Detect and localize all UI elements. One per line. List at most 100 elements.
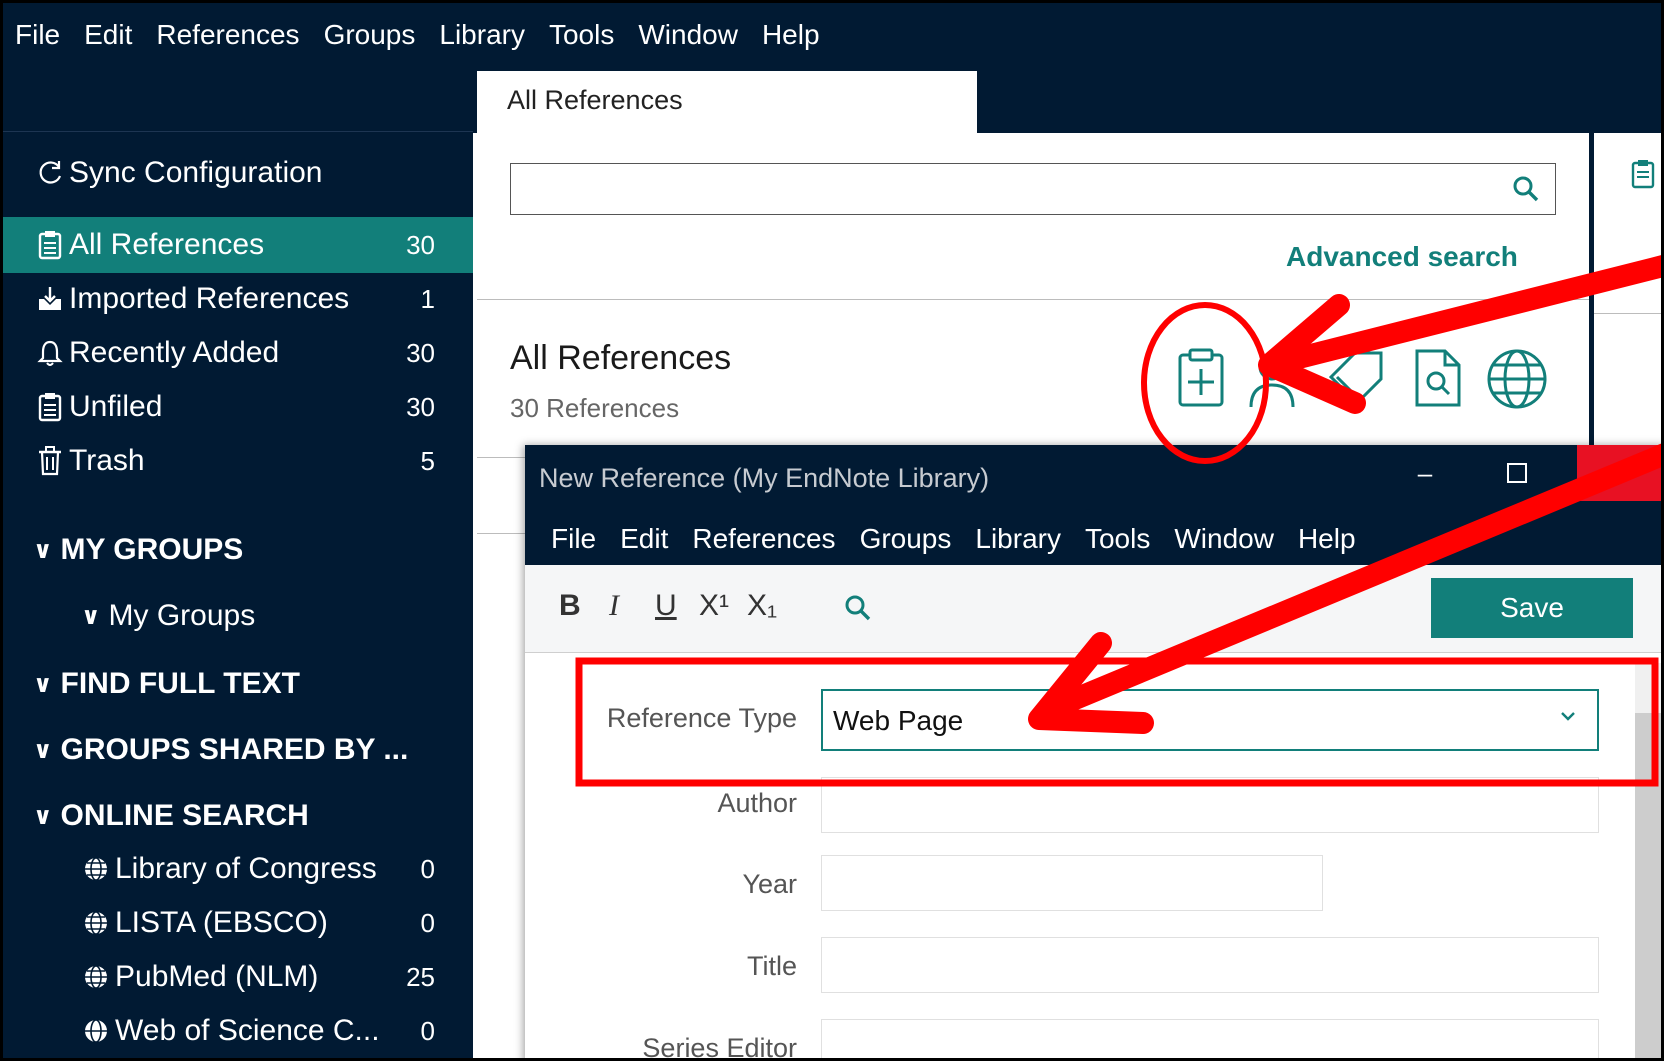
italic-button[interactable]: I	[609, 589, 619, 623]
sidebar-item-unfiled[interactable]: Unfiled 30	[3, 379, 473, 435]
dialog-menu-help[interactable]: Help	[1298, 523, 1356, 555]
online-lista-ebsco[interactable]: LISTA (EBSCO) 0	[3, 895, 473, 951]
menu-library[interactable]: Library	[439, 19, 525, 51]
dialog-titlebar: New Reference (My EndNote Library) – ✕	[525, 445, 1661, 513]
sidebar-item-count: 30	[406, 337, 435, 368]
new-reference-icon[interactable]	[1175, 347, 1227, 414]
sidebar-item-all-references[interactable]: All References 30	[3, 217, 473, 273]
series-editor-label: Series Editor	[642, 1033, 797, 1061]
sync-configuration[interactable]: Sync Configuration	[3, 145, 473, 201]
menu-tools[interactable]: Tools	[549, 19, 614, 51]
reference-type-select[interactable]: Web Page	[821, 689, 1599, 751]
menu-file[interactable]: File	[15, 19, 60, 51]
advanced-search-link[interactable]: Advanced search	[1286, 241, 1518, 273]
sidebar-item-count: 5	[420, 445, 435, 476]
dialog-menu-groups[interactable]: Groups	[860, 523, 952, 555]
clipboard-icon	[33, 392, 67, 422]
subscript-button[interactable]: X₁	[747, 589, 777, 623]
search-icon[interactable]	[843, 593, 873, 628]
import-icon	[33, 285, 67, 313]
bold-button[interactable]: B	[559, 589, 581, 623]
sidebar-item-count: 30	[406, 229, 435, 260]
menu-groups[interactable]: Groups	[324, 19, 416, 51]
superscript-button[interactable]: X¹	[699, 589, 729, 623]
dialog-menu-edit[interactable]: Edit	[620, 523, 668, 555]
chevron-down-icon: ∨	[33, 802, 53, 830]
online-count: 25	[406, 961, 435, 992]
divider	[1594, 313, 1661, 314]
section-my-groups[interactable]: ∨ MY GROUPS	[33, 533, 243, 567]
sidebar-item-count: 1	[420, 283, 435, 314]
chevron-down-icon: ∨	[81, 602, 101, 630]
sync-label: Sync Configuration	[69, 156, 323, 189]
online-label: LISTA (EBSCO)	[115, 906, 328, 939]
underline-button[interactable]: U	[655, 589, 677, 623]
globe-icon	[79, 964, 113, 990]
chevron-down-icon: ∨	[33, 536, 53, 564]
globe-online-icon[interactable]	[1485, 347, 1549, 416]
menu-help[interactable]: Help	[762, 19, 820, 51]
dialog-scrollbar[interactable]	[1635, 663, 1661, 1058]
globe-icon	[79, 910, 113, 936]
user-icon[interactable]	[1247, 347, 1297, 414]
section-online-search[interactable]: ∨ ONLINE SEARCH	[33, 799, 309, 833]
dialog-menubar: File Edit References Groups Library Tool…	[525, 513, 1661, 565]
author-field[interactable]	[821, 777, 1599, 833]
sidebar-item-trash[interactable]: Trash 5	[3, 433, 473, 489]
chevron-down-icon: ∨	[33, 736, 53, 764]
maximize-button[interactable]	[1487, 445, 1547, 501]
main-menubar: File Edit References Groups Library Tool…	[3, 3, 1661, 71]
sidebar-item-label: All References	[69, 228, 265, 261]
menu-references[interactable]: References	[156, 19, 299, 51]
online-label: Library of Congress	[115, 852, 377, 885]
title-field[interactable]	[821, 937, 1599, 993]
search-icon[interactable]	[1511, 174, 1541, 209]
list-count: 30 References	[510, 393, 680, 423]
my-groups-subgroup[interactable]: ∨ My Groups	[81, 599, 255, 633]
online-count: 0	[420, 1015, 435, 1046]
online-library-of-congress[interactable]: Library of Congress 0	[3, 841, 473, 897]
section-groups-shared[interactable]: ∨ GROUPS SHARED BY ...	[33, 733, 408, 767]
series-editor-field[interactable]	[821, 1019, 1599, 1058]
year-label: Year	[742, 869, 797, 899]
close-button[interactable]: ✕	[1577, 445, 1661, 501]
online-label: PubMed (NLM)	[115, 960, 319, 993]
globe-icon	[79, 856, 113, 882]
globe-icon	[79, 1018, 113, 1044]
sidebar-item-imported-references[interactable]: Imported References 1	[3, 271, 473, 327]
author-label: Author	[717, 788, 797, 818]
sidebar-item-label: Recently Added	[69, 336, 280, 369]
dialog-menu-references[interactable]: References	[692, 523, 835, 555]
search-input[interactable]	[510, 163, 1556, 215]
section-label: ONLINE SEARCH	[60, 799, 309, 832]
divider	[477, 299, 1589, 300]
sidebar-item-label: Unfiled	[69, 390, 163, 423]
tab-all-references[interactable]: All References	[477, 71, 977, 133]
section-label: FIND FULL TEXT	[60, 667, 300, 700]
section-label: MY GROUPS	[60, 533, 244, 566]
minimize-button[interactable]: –	[1395, 445, 1455, 501]
online-count: 0	[420, 907, 435, 938]
reference-type-value: Web Page	[833, 705, 964, 736]
dialog-menu-library[interactable]: Library	[975, 523, 1061, 555]
title-label: Title	[746, 951, 797, 981]
save-button[interactable]: Save	[1431, 578, 1633, 638]
year-field[interactable]	[821, 855, 1323, 911]
dialog-menu-file[interactable]: File	[551, 523, 596, 555]
dialog-menu-tools[interactable]: Tools	[1085, 523, 1150, 555]
sidebar-item-count: 30	[406, 391, 435, 422]
dialog-menu-window[interactable]: Window	[1174, 523, 1274, 555]
sidebar-item-recently-added[interactable]: Recently Added 30	[3, 325, 473, 381]
scrollbar-thumb[interactable]	[1635, 713, 1661, 1058]
online-label: Web of Science C...	[115, 1014, 380, 1047]
dialog-title: New Reference (My EndNote Library)	[539, 463, 990, 493]
online-web-of-science[interactable]: Web of Science C... 0	[3, 1003, 473, 1058]
menu-edit[interactable]: Edit	[84, 19, 132, 51]
section-find-full-text[interactable]: ∨ FIND FULL TEXT	[33, 667, 300, 701]
find-pdf-icon[interactable]	[1413, 347, 1463, 414]
online-pubmed[interactable]: PubMed (NLM) 25	[3, 949, 473, 1005]
sidebar-item-label: Trash	[69, 444, 145, 477]
app-window: File Edit References Groups Library Tool…	[0, 0, 1664, 1061]
menu-window[interactable]: Window	[638, 19, 738, 51]
tag-icon[interactable]	[1325, 347, 1387, 414]
